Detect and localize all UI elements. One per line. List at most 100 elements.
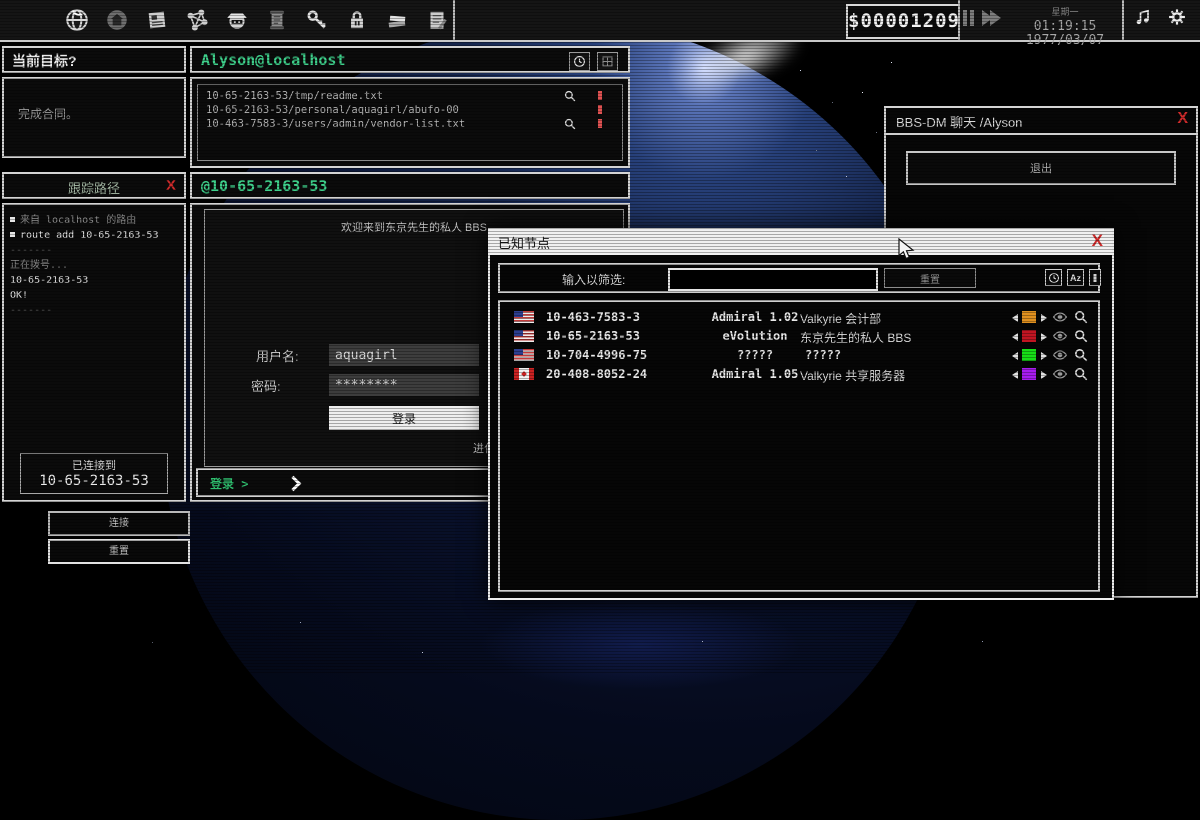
trace-line: OK! <box>10 288 178 303</box>
node-color-square <box>1022 330 1036 342</box>
chat-title: BBS-DM 聊天 /Alyson <box>896 112 1022 131</box>
trace-line: 10-65-2163-53 <box>10 273 178 288</box>
fast-forward-button[interactable] <box>982 10 1001 26</box>
connected-ip: 10-65-2163-53 <box>21 473 167 489</box>
modal-title: 已知节点 <box>498 233 550 252</box>
bbs-header: @10-65-2163-53 <box>190 172 630 199</box>
trace-line: route add 10-65-2163-53 <box>10 228 178 243</box>
trace-header: 跟踪路径 X <box>2 172 186 199</box>
connected-label: 已连接到 <box>21 457 167 473</box>
arrow-left-icon[interactable] <box>1012 371 1018 379</box>
search-icon[interactable] <box>1074 367 1088 384</box>
password-field[interactable] <box>329 374 479 396</box>
known-nodes-modal: 已知节点 X 输入以筛选: 重置 Az 10-463-7583-3 Admira… <box>488 228 1114 600</box>
file-flag-indicator <box>598 91 602 100</box>
notes-icon[interactable] <box>422 5 452 35</box>
file-path: 10-65-2163-53/personal/aquagirl/abufo-00 <box>206 104 459 116</box>
objective-title: 当前目标? <box>4 48 184 71</box>
eye-icon[interactable] <box>1052 330 1068 345</box>
network-map-icon[interactable] <box>182 5 212 35</box>
us-flag-icon <box>514 311 534 323</box>
node-description: ????? <box>805 348 841 362</box>
search-icon[interactable] <box>1074 348 1088 365</box>
news-icon[interactable] <box>142 5 172 35</box>
eye-icon[interactable] <box>1052 349 1068 364</box>
modal-close-icon[interactable]: X <box>1092 231 1103 251</box>
scroll-icon[interactable] <box>262 5 292 35</box>
eye-icon[interactable] <box>1052 311 1068 326</box>
trace-line: 正在拨号... <box>10 258 178 273</box>
search-icon[interactable] <box>1074 329 1088 346</box>
node-software: ????? <box>690 348 820 362</box>
node-row[interactable]: 10-704-4996-75 ????? ????? <box>500 346 1098 365</box>
objective-text: 完成合同。 <box>4 79 184 122</box>
clock-block: 星期一 01:19:15 1977/03/07 <box>1015 2 1115 48</box>
arrow-left-icon[interactable] <box>1012 314 1018 322</box>
node-row[interactable]: 10-463-7583-3 Admiral 1.02 Valkyrie 会计部 <box>500 308 1098 327</box>
eye-icon[interactable] <box>1052 368 1068 383</box>
key-icon[interactable] <box>302 5 332 35</box>
bank-icon[interactable] <box>102 5 132 35</box>
view-toggle-icon[interactable] <box>1089 269 1101 286</box>
node-row[interactable]: 10-65-2163-53 eVolution 东京先生的私人 BBS <box>500 327 1098 346</box>
window-grid-icon[interactable] <box>597 52 618 71</box>
node-description: Valkyrie 会计部 <box>800 310 881 327</box>
bullet-icon <box>10 217 15 222</box>
trace-close-icon[interactable]: X <box>166 177 176 194</box>
connect-button[interactable]: 连接 <box>48 511 190 536</box>
arrow-left-icon[interactable] <box>1012 352 1018 360</box>
chat-exit-button[interactable]: 退出 <box>906 151 1176 185</box>
sort-alpha-icon[interactable]: Az <box>1067 269 1084 286</box>
books-icon[interactable] <box>382 5 412 35</box>
hacker-icon[interactable] <box>222 5 252 35</box>
music-icon[interactable] <box>1132 6 1154 28</box>
arrow-right-icon[interactable] <box>1041 371 1047 379</box>
arrow-right-icon[interactable] <box>1041 314 1047 322</box>
file-path: 10-65-2163-53/tmp/readme.txt <box>206 90 383 102</box>
trace-title: 跟踪路径 <box>4 174 184 197</box>
modal-titlebar[interactable]: 已知节点 X <box>490 230 1112 255</box>
login-button[interactable]: 登录 <box>329 406 479 430</box>
sort-time-icon[interactable] <box>1045 269 1062 286</box>
chat-close-icon[interactable]: X <box>1177 110 1188 128</box>
weekday-label: 星期一 <box>1051 7 1078 17</box>
file-flag-indicator <box>598 119 602 128</box>
money-counter: $00001209 <box>846 4 960 39</box>
time-label: 01:19:15 <box>1015 20 1115 34</box>
node-description: Valkyrie 共享服务器 <box>800 367 905 384</box>
filter-reset-button[interactable]: 重置 <box>884 268 976 288</box>
chevron-right-icon[interactable] <box>286 476 302 492</box>
reset-button[interactable]: 重置 <box>48 539 190 564</box>
node-description: 东京先生的私人 BBS <box>800 329 911 346</box>
trace-line: 来自 localhost 的路由 <box>10 213 178 228</box>
file-row[interactable]: 10-65-2163-53/personal/aquagirl/abufo-00 <box>198 103 622 117</box>
bullet-icon <box>10 232 15 237</box>
gear-icon[interactable] <box>1166 6 1188 28</box>
objective-header: 当前目标? <box>2 46 186 73</box>
search-icon[interactable] <box>564 118 576 134</box>
arrow-left-icon[interactable] <box>1012 333 1018 341</box>
arrow-right-icon[interactable] <box>1041 352 1047 360</box>
file-row[interactable]: 10-463-7583-3/users/admin/vendor-list.tx… <box>198 117 622 131</box>
node-row[interactable]: 20-408-8052-24 Admiral 1.05 Valkyrie 共享服… <box>500 365 1098 384</box>
clock-icon[interactable] <box>569 52 590 71</box>
file-flag-indicator <box>598 105 602 114</box>
us-flag-icon <box>514 330 534 342</box>
trace-line: ------- <box>10 303 178 318</box>
node-ip: 20-408-8052-24 <box>546 367 647 381</box>
files-title: Alyson@localhost <box>192 48 628 69</box>
lock-icon[interactable] <box>342 5 372 35</box>
search-icon[interactable] <box>1074 310 1088 327</box>
globe-icon[interactable] <box>62 5 92 35</box>
password-label: 密码: <box>251 376 281 395</box>
pause-button[interactable] <box>963 10 974 26</box>
top-bar: $00001209 星期一 01:19:15 1977/03/07 <box>0 0 1200 42</box>
file-row[interactable]: 10-65-2163-53/tmp/readme.txt <box>198 89 622 103</box>
arrow-right-icon[interactable] <box>1041 333 1047 341</box>
filter-input[interactable] <box>668 268 878 291</box>
node-list: 10-463-7583-3 Admiral 1.02 Valkyrie 会计部 … <box>498 300 1100 592</box>
app-icon-group <box>0 0 455 40</box>
files-panel: 10-65-2163-53/tmp/readme.txt 10-65-2163-… <box>190 77 630 168</box>
node-ip: 10-704-4996-75 <box>546 348 647 362</box>
username-field[interactable] <box>329 344 479 366</box>
